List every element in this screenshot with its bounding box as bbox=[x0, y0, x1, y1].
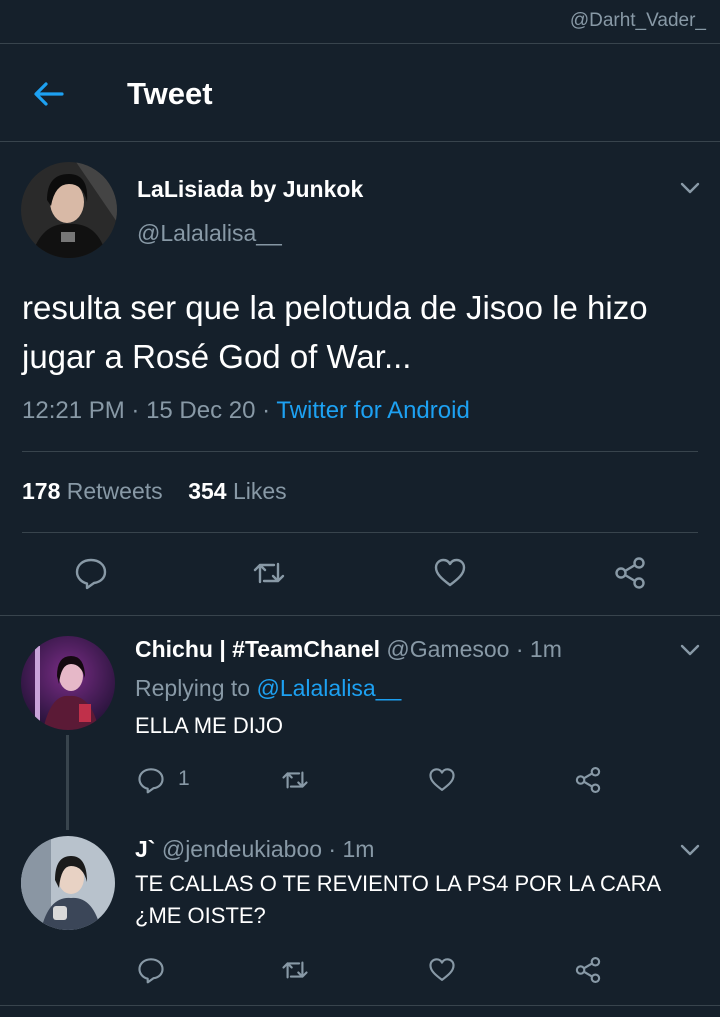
heart-icon bbox=[429, 768, 455, 791]
author-avatar[interactable] bbox=[21, 162, 117, 258]
reply-menu-button[interactable] bbox=[678, 638, 702, 662]
stats-divider bbox=[22, 532, 698, 533]
reply-count: 1 bbox=[178, 767, 190, 790]
heart-icon bbox=[429, 958, 455, 981]
reply-icon bbox=[75, 558, 107, 590]
tweet-text: resulta ser que la pelotuda de Jisoo le … bbox=[22, 289, 648, 375]
avatar-photo bbox=[21, 636, 115, 730]
reply-menu-button[interactable] bbox=[678, 838, 702, 862]
retweets-stat[interactable]: 178 Retweets bbox=[22, 478, 163, 504]
reply-icon bbox=[138, 958, 164, 984]
reply-text: TE CALLAS O TE REVIENTO LA PS4 POR LA CA… bbox=[135, 871, 660, 928]
chevron-down-icon bbox=[680, 182, 700, 194]
page-title: Tweet bbox=[127, 76, 213, 111]
watermark-handle: @Darht_Vader_ bbox=[569, 10, 706, 31]
share-button[interactable] bbox=[613, 556, 647, 590]
share-icon bbox=[575, 766, 601, 794]
tweet-source[interactable]: Twitter for Android bbox=[276, 397, 469, 424]
heart-icon bbox=[434, 558, 466, 587]
tweet-menu-button[interactable] bbox=[678, 176, 702, 200]
retweet-icon bbox=[253, 562, 285, 584]
avatar-photo bbox=[21, 836, 115, 930]
retweets-count: 178 bbox=[22, 478, 61, 504]
reply-avatar[interactable] bbox=[21, 836, 115, 930]
share-button[interactable] bbox=[574, 956, 602, 984]
reply-header: Chichu | #TeamChanel @Gamesoo · 1m bbox=[135, 636, 675, 663]
likes-stat[interactable]: 354 Likes bbox=[188, 478, 286, 504]
meta-separator: · bbox=[124, 397, 147, 424]
like-button[interactable] bbox=[428, 766, 456, 794]
reply-icon bbox=[138, 768, 164, 794]
meta-separator: · bbox=[255, 397, 277, 424]
reply-handle-time[interactable]: @jendeukiaboo · 1m bbox=[162, 836, 375, 862]
retweets-label: Retweets bbox=[66, 478, 163, 504]
meta-divider bbox=[22, 451, 698, 452]
share-button[interactable] bbox=[574, 766, 602, 794]
back-arrow-icon bbox=[34, 82, 64, 106]
replying-to-handle[interactable]: @Lalalalisa__ bbox=[256, 675, 401, 701]
header-divider bbox=[0, 141, 720, 142]
back-button[interactable] bbox=[30, 76, 66, 112]
retweet-button[interactable] bbox=[281, 766, 309, 794]
bottom-divider bbox=[0, 1005, 720, 1006]
reply-author-name[interactable]: J` bbox=[135, 836, 155, 862]
reply-button[interactable] bbox=[137, 766, 165, 794]
tweet-meta: 12:21 PM · 15 Dec 20 · Twitter for Andro… bbox=[22, 397, 470, 425]
chevron-down-icon bbox=[680, 644, 700, 656]
author-name[interactable]: LaLisiada by Junkok bbox=[137, 176, 363, 203]
reply-button[interactable] bbox=[137, 956, 165, 984]
avatar-photo bbox=[21, 162, 117, 258]
likes-count: 354 bbox=[188, 478, 227, 504]
likes-label: Likes bbox=[232, 478, 287, 504]
retweet-icon bbox=[282, 771, 308, 789]
retweet-button[interactable] bbox=[252, 556, 286, 590]
replying-to-label: Replying to bbox=[135, 675, 257, 701]
reply-avatar[interactable] bbox=[21, 636, 115, 730]
retweet-icon bbox=[282, 961, 308, 979]
chevron-down-icon bbox=[680, 844, 700, 856]
share-icon bbox=[575, 956, 601, 984]
author-handle[interactable]: @Lalalalisa__ bbox=[137, 220, 282, 247]
reply-author-name[interactable]: Chichu | #TeamChanel bbox=[135, 636, 380, 662]
tweet-date[interactable]: 15 Dec 20 bbox=[146, 397, 255, 424]
reply-text: ELLA ME DIJO bbox=[135, 713, 283, 738]
reply-header: J` @jendeukiaboo · 1m bbox=[135, 836, 675, 863]
reply-button[interactable] bbox=[74, 556, 108, 590]
top-divider bbox=[0, 43, 720, 44]
tweet-stats: 178 Retweets 354 Likes bbox=[22, 478, 287, 505]
thread-connector bbox=[66, 735, 69, 830]
share-icon bbox=[615, 557, 645, 589]
reply-handle-time[interactable]: @Gamesoo · 1m bbox=[386, 636, 561, 662]
tweet-time[interactable]: 12:21 PM bbox=[22, 397, 125, 424]
like-button[interactable] bbox=[428, 956, 456, 984]
retweet-button[interactable] bbox=[281, 956, 309, 984]
replying-to: Replying to @Lalalalisa__ bbox=[135, 675, 401, 702]
like-button[interactable] bbox=[433, 556, 467, 590]
actions-divider bbox=[0, 615, 720, 616]
